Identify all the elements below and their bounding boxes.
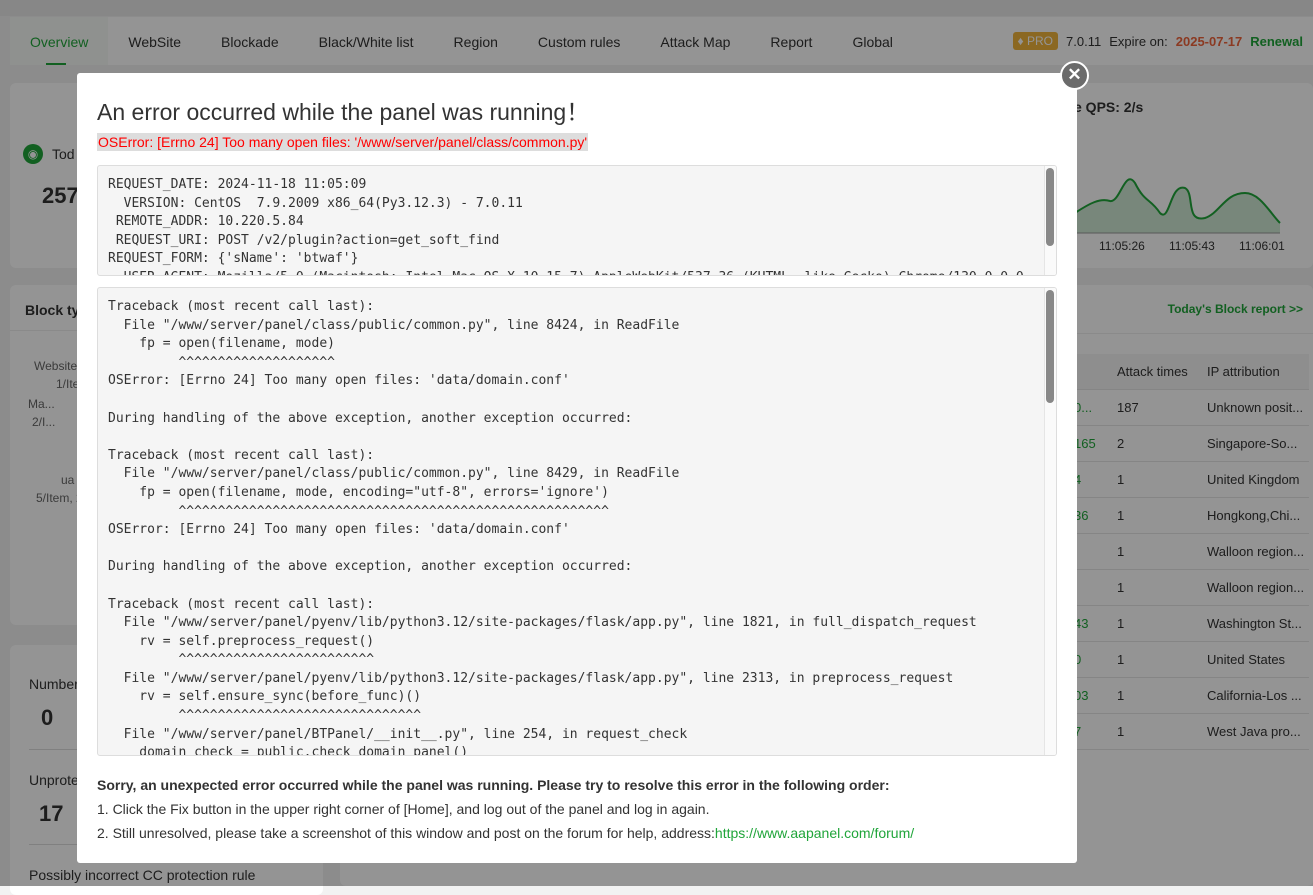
error-message: OSError: [Errno 24] Too many open files:… <box>97 133 589 151</box>
scrollbar[interactable] <box>1044 288 1056 755</box>
traceback-box[interactable]: Traceback (most recent call last): File … <box>97 287 1057 756</box>
help-step-1: 1. Click the Fix button in the upper rig… <box>97 801 710 817</box>
request-info-box[interactable]: REQUEST_DATE: 2024-11-18 11:05:09 VERSIO… <box>97 165 1057 276</box>
help-text: Sorry, an unexpected error occurred whil… <box>97 773 914 845</box>
dialog-title: An error occurred while the panel was ru… <box>97 99 590 125</box>
close-icon[interactable]: ✕ <box>1060 61 1089 90</box>
request-info-text: REQUEST_DATE: 2024-11-18 11:05:09 VERSIO… <box>108 177 1024 275</box>
traceback-text: Traceback (most recent call last): File … <box>108 299 977 756</box>
help-step-2: 2. Still unresolved, please take a scree… <box>97 825 715 841</box>
error-dialog: An error occurred while the panel was ru… <box>77 73 1077 863</box>
forum-link[interactable]: https://www.aapanel.com/forum/ <box>715 825 914 841</box>
help-title: Sorry, an unexpected error occurred whil… <box>97 777 890 793</box>
scrollbar[interactable] <box>1044 166 1056 275</box>
